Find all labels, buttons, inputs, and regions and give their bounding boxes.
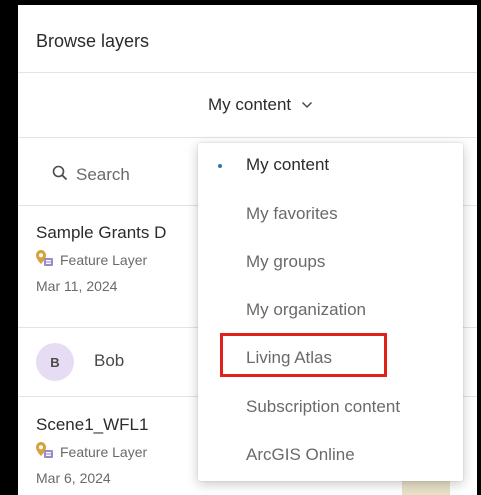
- highlight-box: [220, 333, 387, 377]
- source-dropdown-menu: My content My favorites My groups My org…: [198, 143, 463, 481]
- menu-item-my-groups[interactable]: My groups: [246, 252, 325, 272]
- feature-layer-icon: [36, 441, 54, 462]
- item-type-label: Feature Layer: [60, 443, 148, 460]
- browse-layers-panel: Browse layers My content Search Sample G…: [18, 5, 477, 495]
- window-frame: Browse layers My content Search Sample G…: [0, 0, 481, 495]
- panel-title: Browse layers: [36, 31, 150, 51]
- chevron-down-icon: [301, 101, 313, 109]
- search-placeholder: Search: [76, 165, 130, 184]
- menu-item-arcgis-online[interactable]: ArcGIS Online: [246, 445, 355, 465]
- menu-item-subscription-content[interactable]: Subscription content: [246, 397, 400, 417]
- feature-layer-icon: [36, 249, 54, 270]
- menu-item-my-organization[interactable]: My organization: [246, 300, 366, 320]
- avatar: B: [36, 343, 74, 381]
- search-icon: [52, 165, 68, 186]
- search-input[interactable]: Search: [36, 155, 196, 195]
- menu-item-my-favorites[interactable]: My favorites: [246, 204, 338, 224]
- source-dropdown-button[interactable]: My content: [208, 95, 313, 115]
- owner-name: Bob: [94, 351, 125, 370]
- source-dropdown-label: My content: [208, 95, 292, 114]
- menu-item-my-content[interactable]: My content: [246, 155, 329, 175]
- item-type-label: Feature Layer: [60, 251, 148, 268]
- source-bar: My content: [18, 73, 477, 138]
- panel-header: Browse layers: [18, 5, 477, 73]
- selected-indicator: [218, 164, 222, 168]
